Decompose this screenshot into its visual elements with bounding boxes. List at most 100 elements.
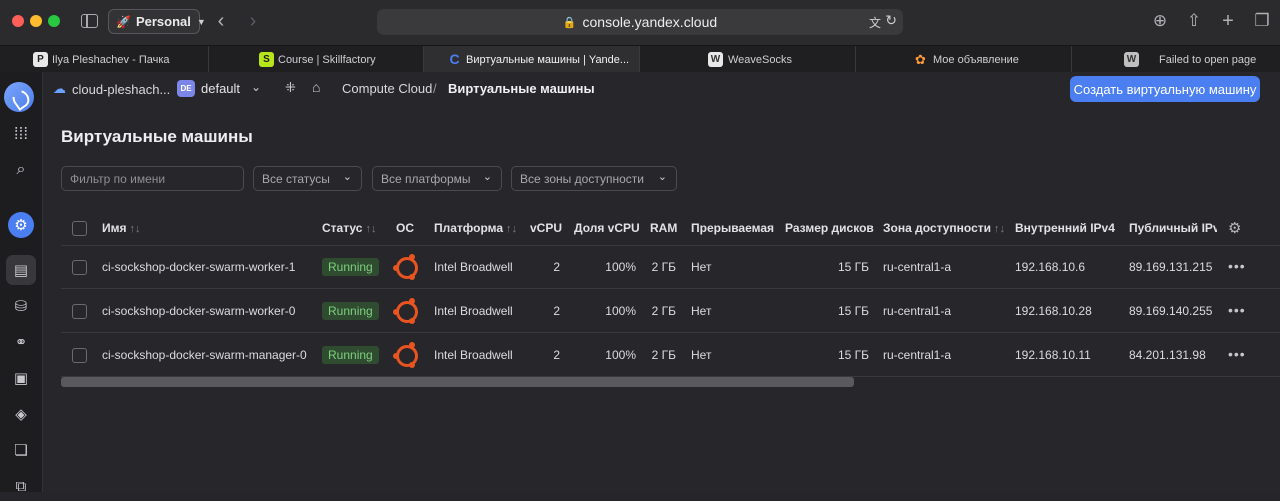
column-platform[interactable]: Платформа ↑↓ [434, 221, 517, 235]
reload-icon[interactable]: ↻ [885, 12, 897, 29]
snapshots-icon[interactable]: ❏ [6, 435, 36, 465]
close-window-button[interactable] [12, 15, 24, 27]
search-icon[interactable]: ⌕ [6, 155, 36, 185]
chevron-down-icon: ⌄ [657, 171, 667, 183]
avito-favicon-icon: ✿ [915, 52, 926, 67]
vm-name[interactable]: ci-sockshop-docker-swarm-manager-0 [102, 348, 307, 362]
breadcrumb-separator: / [433, 81, 437, 96]
vm-platform: Intel Broadwell [434, 304, 513, 318]
column-ipv4-internal: Внутренний IPv4 [1015, 221, 1115, 235]
vm-disk: 15 ГБ [837, 260, 869, 274]
vm-preemptible: Нет [691, 260, 712, 274]
breadcrumb-cloud[interactable]: ☁ cloud-pleshach... [53, 81, 170, 97]
folder-badge: DE [177, 80, 195, 97]
downloads-icon[interactable]: ⊕ [1150, 11, 1170, 31]
column-status[interactable]: Статус ↑↓ [322, 221, 376, 235]
sort-icon: ↑↓ [994, 223, 1006, 235]
page-favicon-icon: W [1124, 52, 1139, 67]
layers-icon[interactable]: ◈ [6, 399, 36, 429]
weavesocks-favicon-icon: W [708, 52, 723, 67]
vm-platform: Intel Broadwell [434, 348, 513, 362]
create-vm-button[interactable]: Создать виртуальную машину [1070, 76, 1260, 102]
sort-icon: ↑↓ [129, 223, 141, 235]
vm-vcpu-share: 100% [605, 260, 636, 274]
row-checkbox[interactable] [72, 260, 87, 275]
vm-list-icon[interactable]: ▤ [6, 255, 36, 285]
tab-skillfactory[interactable]: S Course | Skillfactory [209, 46, 424, 73]
tab-ad[interactable]: ✿ Мое объявление [856, 46, 1072, 73]
console-sidebar: ⁞⁞⁞ ⌕ ⚙ ▤ ⛁ ⚭ ▣ ◈ ❏ ⧉ [0, 72, 43, 495]
forward-icon[interactable]: › [246, 10, 260, 32]
sidebar-toggle-icon[interactable] [80, 10, 100, 32]
breadcrumb-current: Виртуальные машины [448, 81, 595, 96]
row-checkbox[interactable] [72, 348, 87, 363]
table-row[interactable]: ci-sockshop-docker-swarm-manager-0 Runni… [61, 334, 1280, 377]
breadcrumb-folder[interactable]: default [201, 81, 240, 96]
filter-placeholder: Фильтр по имени [70, 171, 166, 186]
skillfactory-favicon-icon: S [259, 52, 274, 67]
zoom-window-button[interactable] [48, 15, 60, 27]
name-filter-input[interactable]: Фильтр по имени [61, 166, 244, 191]
tab-title: Мое объявление [933, 53, 1019, 66]
zone-filter-select[interactable]: Все зоны доступности ⌄ [511, 166, 677, 191]
translate-icon[interactable]: 文 [869, 14, 881, 31]
disks-icon[interactable]: ⛁ [6, 291, 36, 321]
row-actions-icon[interactable]: ••• [1228, 258, 1246, 274]
vm-vcpu-share: 100% [605, 304, 636, 318]
table-row[interactable]: ci-sockshop-docker-swarm-worker-1 Runnin… [61, 246, 1280, 289]
zone-filter-label: Все зоны доступности [520, 171, 644, 186]
row-actions-icon[interactable]: ••• [1228, 302, 1246, 318]
column-vcpu-share: Доля vCPU [574, 221, 640, 235]
vm-ipv4-internal: 192.168.10.11 [1015, 348, 1091, 362]
tab-failed[interactable]: W Failed to open page [1072, 46, 1280, 73]
new-tab-icon[interactable]: + [1218, 11, 1238, 31]
column-ipv4-public: Публичный IPv4 [1129, 221, 1217, 235]
placement-groups-icon[interactable]: ⚭ [6, 327, 36, 357]
status-filter-select[interactable]: Все статусы ⌄ [253, 166, 362, 191]
vm-name[interactable]: ci-sockshop-docker-swarm-worker-1 [102, 260, 295, 274]
tab-yandex-cloud[interactable]: C Виртуальные машины | Yande... [424, 46, 640, 73]
tab-title: Ilya Pleshachev - Пачка [52, 53, 170, 66]
status-badge: Running [322, 346, 379, 364]
sort-icon: ↑↓ [365, 223, 377, 235]
tab-pachka[interactable]: P Ilya Pleshachev - Пачка [0, 46, 209, 73]
column-os: ОС [396, 221, 414, 235]
row-actions-icon[interactable]: ••• [1228, 346, 1246, 362]
tab-overview-icon[interactable]: ❐ [1252, 11, 1272, 31]
select-all-checkbox[interactable] [72, 221, 87, 236]
browser-toolbar: 🚀 Personal ▼ ‹ › 🔒 console.yandex.cloud … [0, 0, 1280, 45]
yandex-cloud-logo-icon[interactable] [4, 82, 34, 112]
vm-ram: 2 ГБ [651, 304, 676, 318]
vm-disk: 15 ГБ [837, 348, 869, 362]
ubuntu-icon [393, 298, 418, 324]
tab-bar: P Ilya Pleshachev - Пачка S Course | Ski… [0, 45, 1280, 73]
network-icon[interactable]: ⁜ [285, 80, 296, 96]
horizontal-scrollbar[interactable] [61, 377, 854, 387]
services-grid-icon[interactable]: ⁞⁞⁞ [6, 119, 36, 149]
minimize-window-button[interactable] [30, 15, 42, 27]
status-filter-label: Все статусы [262, 171, 330, 186]
share-icon[interactable]: ⇧ [1184, 11, 1204, 31]
address-bar[interactable]: 🔒 console.yandex.cloud 文 ↻ [377, 9, 903, 35]
vm-name[interactable]: ci-sockshop-docker-swarm-worker-0 [102, 304, 295, 318]
column-name[interactable]: Имя ↑↓ [102, 221, 141, 235]
ubuntu-icon [393, 254, 418, 280]
settings-gear-icon[interactable]: ⚙ [8, 212, 34, 238]
row-checkbox[interactable] [72, 304, 87, 319]
column-zone[interactable]: Зона доступности ↑↓ [883, 221, 1005, 235]
status-badge: Running [322, 302, 379, 320]
images-icon[interactable]: ▣ [6, 363, 36, 393]
profile-switcher[interactable]: 🚀 Personal ▼ [108, 9, 206, 34]
breadcrumb-compute-cloud[interactable]: Compute Cloud [342, 81, 432, 96]
platform-filter-select[interactable]: Все платформы ⌄ [372, 166, 502, 191]
vm-preemptible: Нет [691, 348, 712, 362]
lock-icon: 🔒 [562, 16, 577, 29]
table-settings-gear-icon[interactable]: ⚙ [1228, 219, 1241, 237]
home-icon[interactable]: ⌂ [312, 79, 320, 95]
instance-groups-icon[interactable]: ⧉ [6, 471, 36, 501]
table-row[interactable]: ci-sockshop-docker-swarm-worker-0 Runnin… [61, 290, 1280, 333]
chevron-down-icon[interactable]: ⌄ [251, 80, 261, 94]
tab-weavesocks[interactable]: W WeaveSocks [640, 46, 856, 73]
page-title: Виртуальные машины [61, 127, 253, 146]
back-icon[interactable]: ‹ [214, 10, 228, 32]
